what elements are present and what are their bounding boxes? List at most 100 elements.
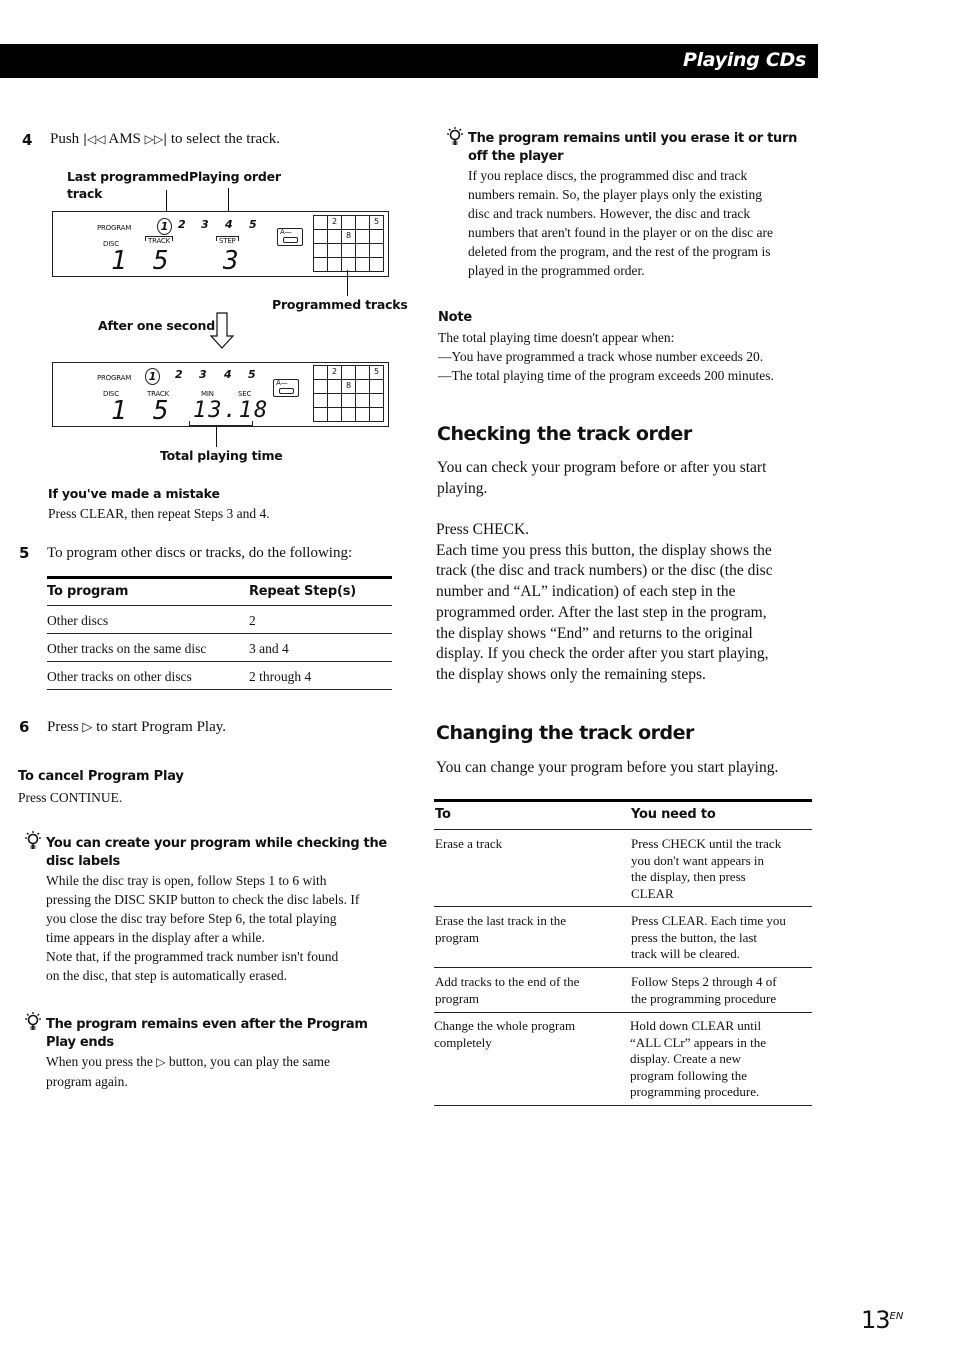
note-line: —The total playing time of the program e… <box>438 368 774 383</box>
checking-line: programmed order. After the last step in… <box>436 603 767 621</box>
page-number: 13EN <box>861 1306 903 1334</box>
tip-1-line: Note that, if the programmed track numbe… <box>46 949 339 964</box>
grid-cell <box>327 393 342 408</box>
grid-cell <box>341 215 356 230</box>
grid-cell <box>369 229 384 244</box>
change-table-row-3-to: Add tracks to the end of the program <box>435 974 579 1007</box>
grid-cell: 5 <box>369 215 384 230</box>
cassette-reels <box>283 237 298 243</box>
tip-1-heading: You can create your program while checki… <box>46 836 387 869</box>
callout-last-programmed: Last programmed <box>67 169 189 184</box>
tip-1-line: on the disc, that step is automatically … <box>46 968 288 983</box>
lcd-track-label: TRACK <box>145 236 173 245</box>
change-row-action-line: press the button, the last <box>631 929 758 945</box>
grid-cell <box>313 229 328 244</box>
tip-1-line: time appears in the display after a whil… <box>46 930 265 945</box>
prev-track-icon: |◁◁ <box>82 132 106 146</box>
section-title: Playing CDs <box>682 49 806 71</box>
callout-playing-order: Playing order <box>189 169 281 184</box>
lcd-display-step: PROGRAM DISC 1 2 3 4 5 TRACK STEP 1 5 3 … <box>52 211 389 277</box>
programmed-tracks-grid: 2 5 8 <box>313 365 384 422</box>
step-4-text-before: Push <box>50 131 80 147</box>
change-row-action-line: Press CHECK until the track <box>631 836 782 851</box>
grid-cell <box>369 257 384 272</box>
grid-cell <box>313 257 328 272</box>
table-rule <box>434 1105 812 1106</box>
lcd-program-label: PROGRAM <box>97 224 132 232</box>
table-rule <box>47 689 392 690</box>
change-row-action-line: programming procedure. <box>630 1084 760 1099</box>
lightbulb-icon <box>25 1012 41 1030</box>
lcd-seq-1: 1 <box>145 368 160 385</box>
grid-cell <box>355 379 370 394</box>
grid-cell <box>341 407 356 422</box>
change-row-action-line: you don't want appears in <box>631 852 765 868</box>
mistake-heading: If you've made a mistake <box>48 486 220 501</box>
callout-total-playing-time: Total playing time <box>160 448 283 463</box>
change-row-to-line: Change the whole program <box>434 1018 576 1033</box>
cassette-label: A— <box>276 379 288 387</box>
grid-cell <box>355 215 370 230</box>
step-6-instruction: Press ▷ to start Program Play. <box>47 719 226 736</box>
checking-heading: Checking the track order <box>437 423 692 445</box>
grid-cell <box>313 243 328 258</box>
tip-3-line: disc and track numbers. However, the dis… <box>468 206 751 221</box>
tip-2-line: program again. <box>46 1074 128 1089</box>
page-number-value: 13 <box>861 1306 891 1334</box>
note-line: The total playing time doesn't appear wh… <box>438 330 675 345</box>
changing-heading: Changing the track order <box>436 722 694 744</box>
table-rule <box>434 829 812 830</box>
program-table-row-2-repeat: 3 and 4 <box>249 641 289 656</box>
page-language-suffix: EN <box>889 1311 904 1322</box>
table-rule <box>47 661 392 662</box>
checking-line: the display shows only the remaining ste… <box>436 665 706 683</box>
grid-cell <box>327 229 342 244</box>
change-row-to-line: Erase the last track in the <box>435 913 567 928</box>
grid-cell <box>369 393 384 408</box>
grid-cell <box>313 407 328 422</box>
mistake-body: Press CLEAR, then repeat Steps 3 and 4. <box>48 506 270 521</box>
lcd-display-total-time: PROGRAM 1 2 3 4 5 DISC TRACK MIN SEC 1 5… <box>52 362 389 427</box>
time-bracket <box>189 421 253 426</box>
grid-cell: 8 <box>341 229 356 244</box>
cassette-icon: A— <box>277 228 303 246</box>
change-row-action-line: “ALL CLr” appears in the <box>630 1034 766 1050</box>
change-row-action-line: the programming procedure <box>631 990 777 1006</box>
changing-intro: You can change your program before you s… <box>436 759 779 776</box>
note-line: —You have programmed a track whose numbe… <box>438 349 764 364</box>
grid-cell <box>313 215 328 230</box>
callout-track: track <box>67 186 103 201</box>
table-rule <box>434 967 812 968</box>
step-4-text-after: to select the track. <box>170 131 281 147</box>
cancel-heading: To cancel Program Play <box>18 769 184 784</box>
tip-2-text-before: When you press the <box>46 1054 153 1069</box>
change-table-row-2-action: Press CLEAR. Each time you press the but… <box>631 913 786 963</box>
callout-line-programmed-tracks <box>347 270 348 296</box>
checking-line: number and “AL” indication) of each step… <box>436 583 736 601</box>
grid-cell: 5 <box>369 365 384 380</box>
callout-programmed-tracks: Programmed tracks <box>272 297 408 312</box>
lcd-seq-3: 3 <box>201 218 209 231</box>
step-6-text-before: Press <box>47 719 79 735</box>
grid-cell <box>369 243 384 258</box>
lcd-sec-label: SEC <box>238 390 252 398</box>
next-track-icon: ▷▷| <box>144 132 168 146</box>
grid-cell <box>313 393 328 408</box>
down-arrow-icon <box>209 312 235 349</box>
change-table-row-4-action: Hold down CLEAR until “ALL CLr” appears … <box>630 1018 766 1101</box>
change-row-action-line: track will be cleared. <box>631 946 740 961</box>
checking-press-line: Press CHECK. <box>436 521 530 538</box>
lcd-min-label: MIN <box>201 390 214 398</box>
tip-3-line: played in the programmed order. <box>468 263 645 278</box>
change-table-row-1-action: Press CHECK until the track you don't wa… <box>631 836 781 902</box>
change-row-to-line: completely <box>434 1034 492 1050</box>
lightbulb-icon <box>447 127 463 145</box>
ams-label: AMS <box>108 131 141 147</box>
grid-cell <box>355 229 370 244</box>
change-row-to-line: Add tracks to the end of the <box>435 974 580 989</box>
grid-cell <box>355 407 370 422</box>
lcd-step-value: 3 <box>223 246 239 276</box>
change-row-to-line: Erase a track <box>435 836 503 851</box>
tip-2-heading: The program remains even after the Progr… <box>46 1017 368 1050</box>
grid-cell <box>313 379 328 394</box>
